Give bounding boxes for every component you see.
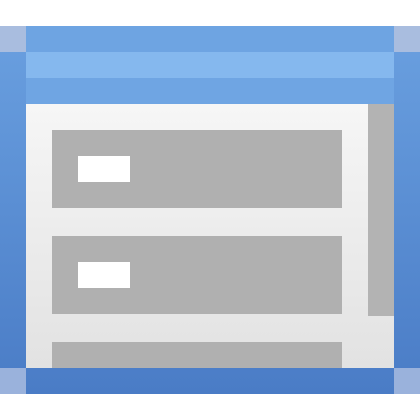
frame-corner-tr <box>394 26 420 52</box>
window-icon-graphic <box>0 26 420 394</box>
scrollbar-track <box>368 104 394 316</box>
window-list-icon <box>0 0 420 420</box>
frame-top-band <box>26 26 394 52</box>
titlebar-lower <box>26 78 394 104</box>
titlebar <box>26 52 394 78</box>
frame-corner-bl <box>0 368 26 394</box>
list-row-3 <box>52 342 342 368</box>
list-row-2-label-block <box>78 262 130 288</box>
list-row-1-label-block <box>78 156 130 182</box>
frame-corner-tl <box>0 26 26 52</box>
frame-corner-br <box>394 368 420 394</box>
